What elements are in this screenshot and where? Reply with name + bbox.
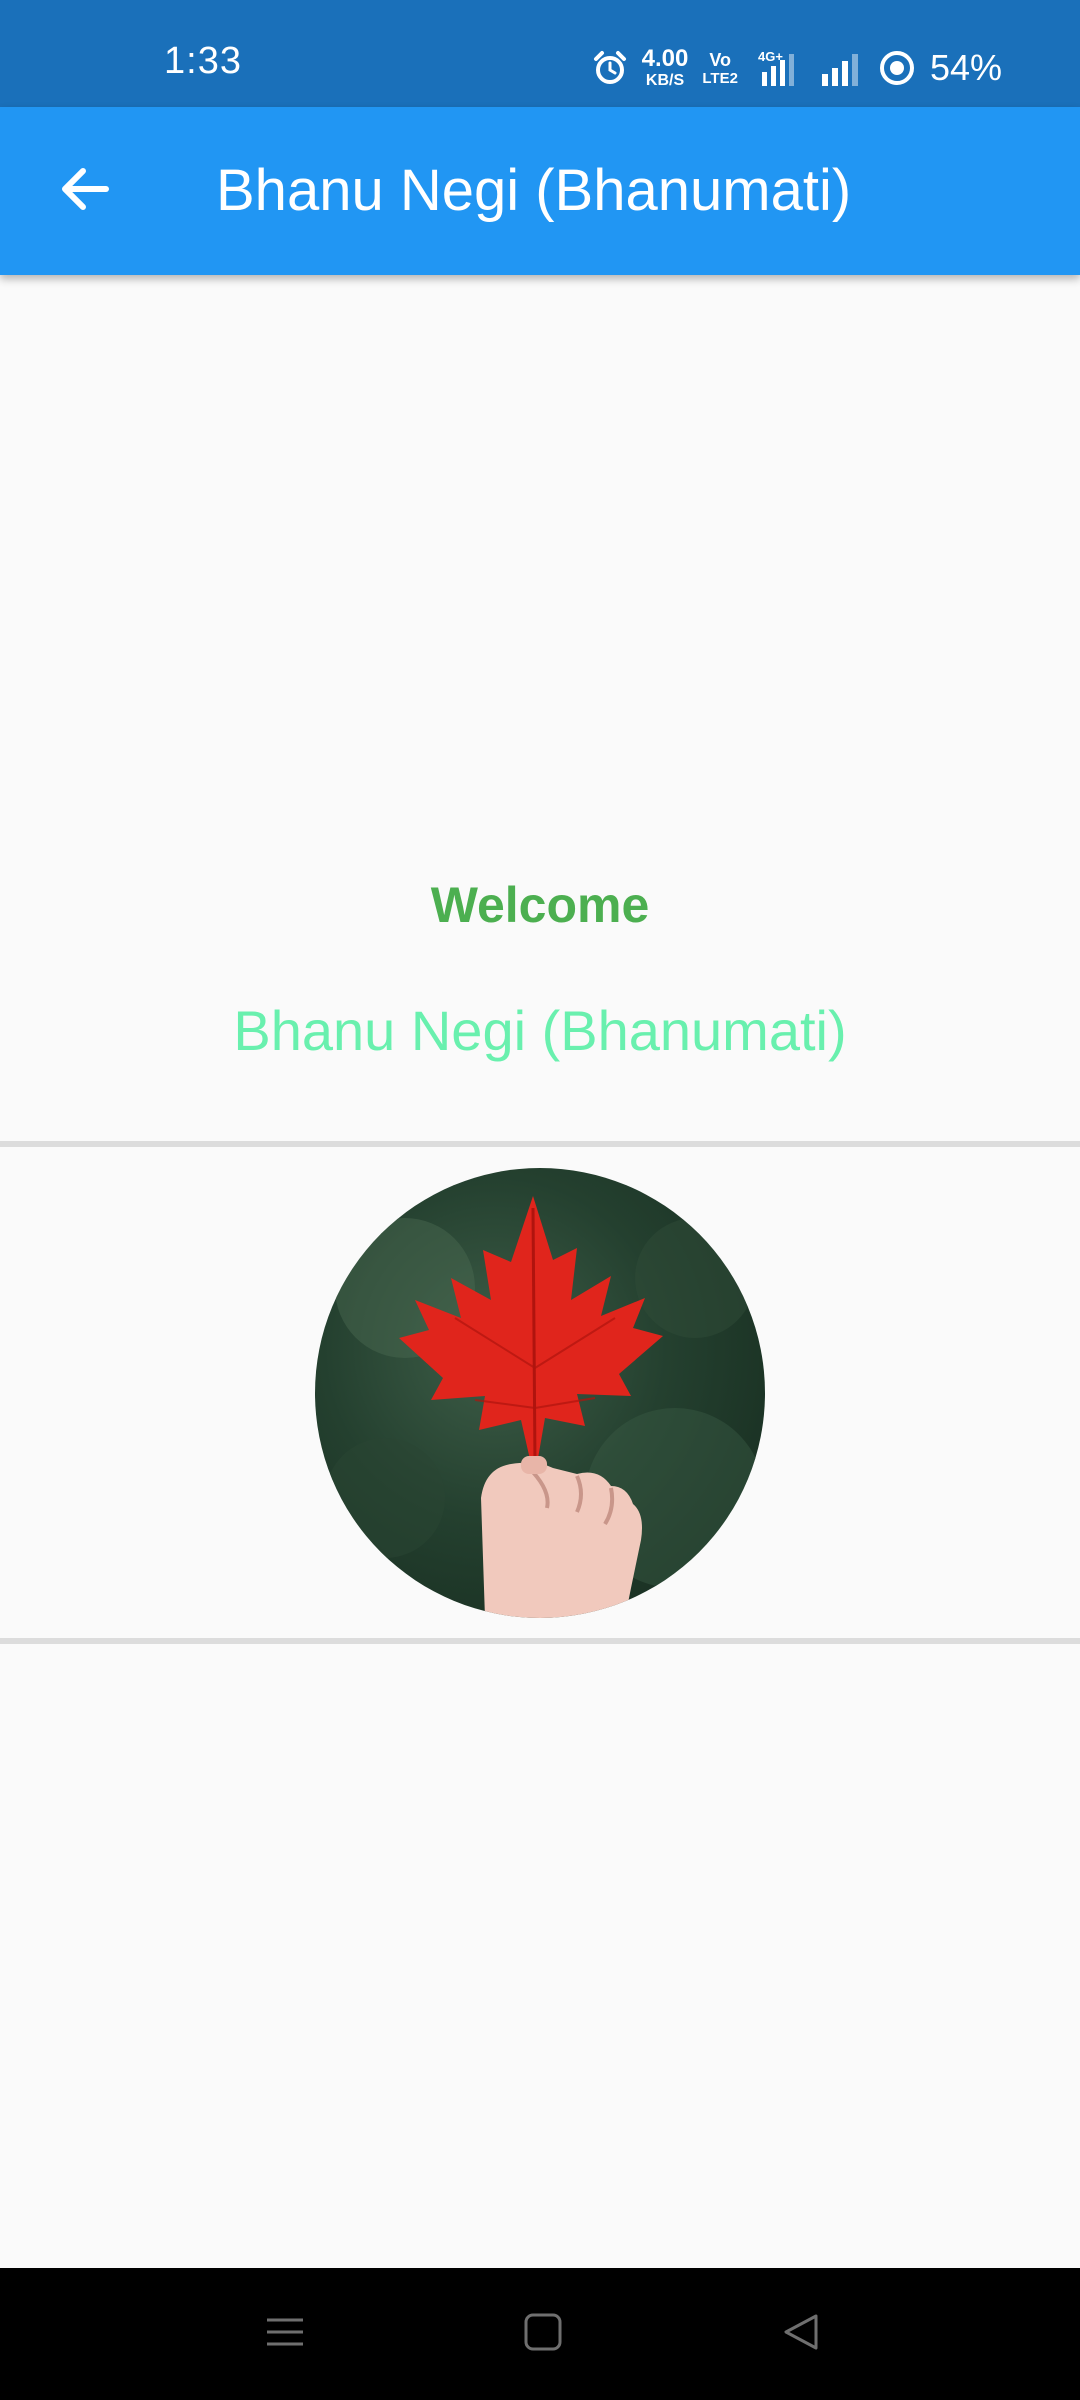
maple-leaf-photo [325, 1196, 765, 1618]
battery-percent: 54% [929, 47, 1002, 88]
back-triangle-icon [781, 2312, 821, 2357]
alarm-icon [592, 50, 628, 86]
status-icons: 4.00 KB/S Vo LTE2 4G+ 54% [592, 38, 1002, 98]
arrow-left-icon [56, 161, 112, 222]
divider [0, 1638, 1080, 1644]
divider [0, 1141, 1080, 1147]
home-button[interactable] [513, 2304, 573, 2364]
battery-saver-icon [878, 49, 916, 87]
app-bar: Bhanu Negi (Bhanumati) [0, 107, 1080, 275]
navigation-bar [0, 2268, 1080, 2400]
avatar [315, 1168, 765, 1618]
welcome-heading: Welcome [430, 877, 650, 933]
status-time: 1:33 [164, 40, 242, 82]
menu-icon [265, 2312, 305, 2357]
page-title: Bhanu Negi (Bhanumati) [216, 158, 852, 223]
home-icon [523, 2312, 563, 2357]
signal-icon [818, 48, 864, 88]
back-button[interactable] [44, 151, 124, 231]
recent-apps-button[interactable] [255, 2304, 315, 2364]
net-speed: 4.00 KB/S [641, 45, 689, 89]
signal-4g-icon: 4G+ [752, 48, 804, 88]
network-type-label: 4G+ [758, 49, 783, 64]
status-bar: 1:33 4.00 KB/S Vo LTE2 4G+ 54% [0, 0, 1080, 107]
volte-indicator: Vo LTE2 [702, 49, 738, 87]
back-nav-button[interactable] [771, 2304, 831, 2364]
user-name: Bhanu Negi (Bhanumati) [233, 999, 847, 1062]
